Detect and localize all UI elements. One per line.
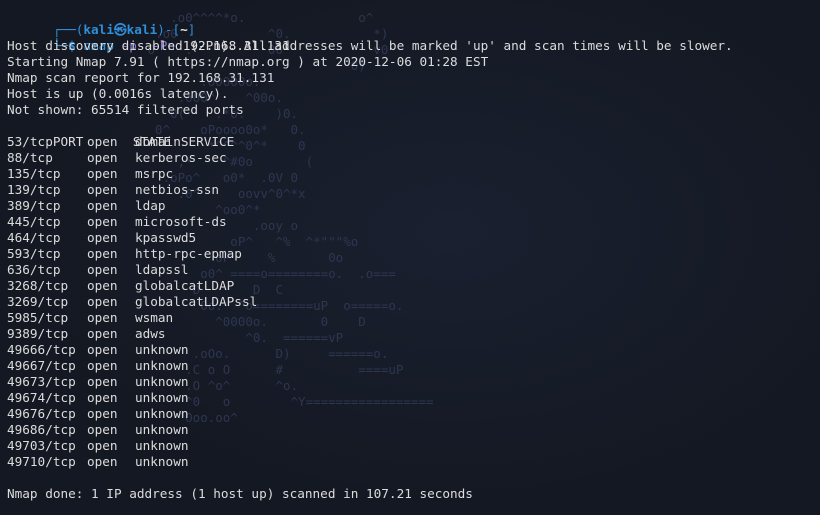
port-number: 445/tcp (7, 214, 61, 229)
port-service: wsman (135, 310, 174, 325)
port-service: adws (135, 326, 166, 341)
port-number: 49710/tcp (7, 454, 76, 469)
port-number: 636/tcp (7, 262, 61, 277)
port-state: open (87, 262, 118, 277)
port-number: 49703/tcp (7, 438, 76, 453)
port-service: kpasswd5 (135, 230, 197, 245)
port-state: open (87, 342, 118, 357)
port-state: open (87, 166, 118, 181)
port-number: 464/tcp (7, 230, 61, 245)
port-row: 49703/tcp open unknown (7, 438, 820, 454)
port-state: open (87, 422, 118, 437)
port-row: 49673/tcp open unknown (7, 374, 820, 390)
port-state: open (87, 294, 118, 309)
port-state: open (87, 198, 118, 213)
port-state: open (87, 310, 118, 325)
port-number: 88/tcp (7, 150, 53, 165)
port-row: 135/tcp open msrpc (7, 166, 820, 182)
output-starting: Starting Nmap 7.91 ( https://nmap.org ) … (7, 54, 489, 69)
port-state: open (87, 134, 118, 149)
port-row: 593/tcp open http-rpc-epmap (7, 246, 820, 262)
port-service: unknown (135, 390, 189, 405)
port-number: 49686/tcp (7, 422, 76, 437)
port-row: 636/tcp open ldapssl (7, 262, 820, 278)
port-row: 464/tcp open kpasswd5 (7, 230, 820, 246)
port-row: 53/tcp open domain (7, 134, 820, 150)
port-row: 3268/tcp open globalcatLDAP (7, 278, 820, 294)
port-service: unknown (135, 406, 189, 421)
port-state: open (87, 214, 118, 229)
port-number: 389/tcp (7, 198, 61, 213)
port-service: domain (135, 134, 181, 149)
port-number: 135/tcp (7, 166, 61, 181)
port-service: globalcatLDAP (135, 278, 235, 293)
port-state: open (87, 438, 118, 453)
port-table-header: PORT STATE SERVICE (7, 118, 820, 149)
port-number: 53/tcp (7, 134, 53, 149)
port-number: 49666/tcp (7, 342, 76, 357)
port-service: microsoft-ds (135, 214, 227, 229)
port-state: open (87, 374, 118, 389)
port-state: open (87, 278, 118, 293)
port-row: 5985/tcp open wsman (7, 310, 820, 326)
port-number: 3269/tcp (7, 294, 69, 309)
port-row: 389/tcp open ldap (7, 198, 820, 214)
port-number: 49676/tcp (7, 406, 76, 421)
port-state: open (87, 150, 118, 165)
port-number: 49674/tcp (7, 390, 76, 405)
output-warning: Host discovery disabled (-Pn). All addre… (7, 38, 733, 53)
port-service: ldapssl (135, 262, 189, 277)
output-not-shown: Not shown: 65514 filtered ports (7, 102, 244, 117)
command-line[interactable]: └─$ nmap -p- -Pn 192.168.31.131 (7, 22, 820, 53)
port-service: unknown (135, 438, 189, 453)
port-row: 49676/tcp open unknown (7, 406, 820, 422)
port-service: globalcatLDAPssl (135, 294, 258, 309)
port-number: 5985/tcp (7, 310, 69, 325)
port-number: 9389/tcp (7, 326, 69, 341)
port-state: open (87, 230, 118, 245)
port-row: 3269/tcp open globalcatLDAPssl (7, 294, 820, 310)
port-state: open (87, 454, 118, 469)
port-service: netbios-ssn (135, 182, 220, 197)
output-host-up: Host is up (0.0016s latency). (7, 86, 229, 101)
port-service: msrpc (135, 166, 174, 181)
port-state: open (87, 358, 118, 373)
port-number: 3268/tcp (7, 278, 69, 293)
port-number: 139/tcp (7, 182, 61, 197)
port-service: unknown (135, 342, 189, 357)
output-report: Nmap scan report for 192.168.31.131 (7, 70, 275, 85)
port-service: http-rpc-epmap (135, 246, 242, 261)
port-number: 593/tcp (7, 246, 61, 261)
port-service: unknown (135, 422, 189, 437)
port-state: open (87, 182, 118, 197)
output-done: Nmap done: 1 IP address (1 host up) scan… (7, 486, 473, 501)
port-row: 445/tcp open microsoft-ds (7, 214, 820, 230)
port-row: 49686/tcp open unknown (7, 422, 820, 438)
port-row: 139/tcp open netbios-ssn (7, 182, 820, 198)
port-row: 49667/tcp open unknown (7, 358, 820, 374)
port-row: 49710/tcp open unknown (7, 454, 820, 470)
port-service: kerberos-sec (135, 150, 227, 165)
port-number: 49667/tcp (7, 358, 76, 373)
port-service: unknown (135, 358, 189, 373)
port-row: 49674/tcp open unknown (7, 390, 820, 406)
port-state: open (87, 246, 118, 261)
port-row: 49666/tcp open unknown (7, 342, 820, 358)
port-row: 88/tcp open kerberos-sec (7, 150, 820, 166)
port-state: open (87, 390, 118, 405)
port-state: open (87, 406, 118, 421)
prompt-line-top: ┌──(kali㉿kali)-[~] (7, 6, 820, 37)
port-service: unknown (135, 374, 189, 389)
port-row: 9389/tcp open adws (7, 326, 820, 342)
terminal-window[interactable]: .o0^^^^*o. o^ .o0 ^0. *) 0 . 00 v0 0) .o… (0, 0, 820, 515)
port-number: 49673/tcp (7, 374, 76, 389)
port-service: unknown (135, 454, 189, 469)
port-state: open (87, 326, 118, 341)
port-service: ldap (135, 198, 166, 213)
